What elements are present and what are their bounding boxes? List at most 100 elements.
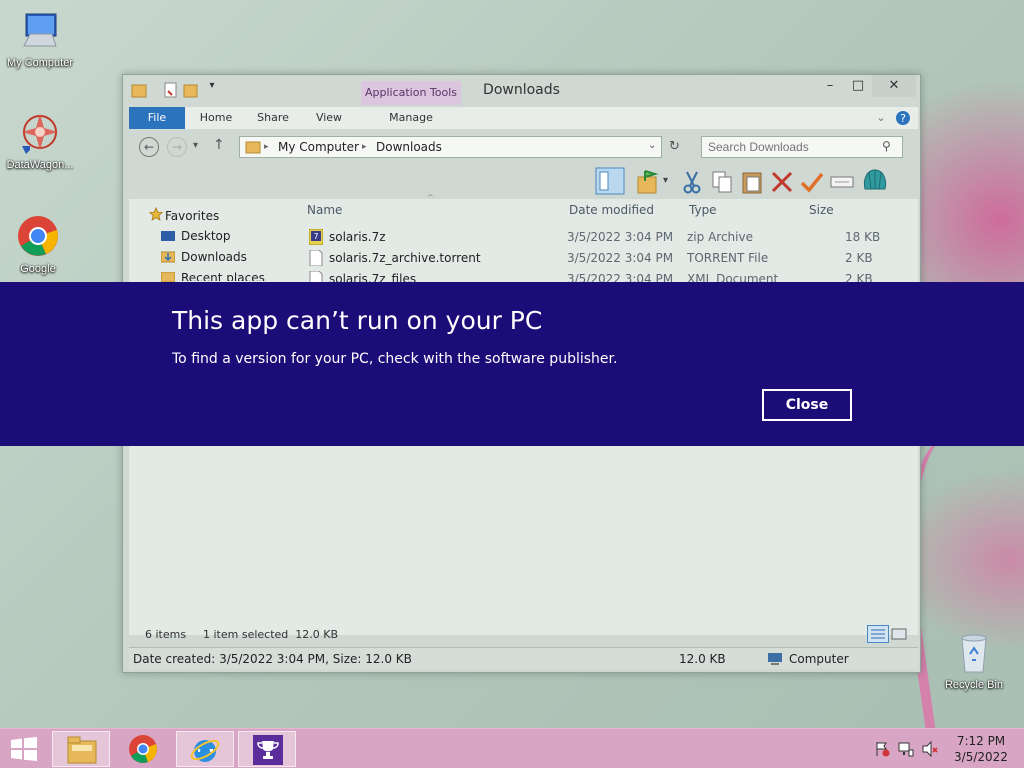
svg-text:?: ? bbox=[900, 112, 906, 125]
tab-file[interactable]: File bbox=[129, 107, 185, 129]
downloads-folder-icon bbox=[161, 251, 175, 263]
windows-start-icon[interactable] bbox=[10, 737, 38, 761]
desktop-icon-recycle-bin[interactable]: Recycle Bin bbox=[932, 630, 1016, 691]
up-arrow-icon[interactable]: ↑ bbox=[213, 137, 225, 153]
recent-locations-chevron-icon[interactable]: ▾ bbox=[193, 140, 198, 151]
trophy-icon bbox=[253, 735, 283, 765]
breadcrumb-downloads[interactable]: Downloads bbox=[376, 140, 442, 154]
nav-item-desktop[interactable]: Desktop bbox=[181, 229, 231, 243]
column-header-name[interactable]: Name bbox=[307, 203, 342, 217]
column-header-date-modified[interactable]: Date modified bbox=[569, 203, 654, 217]
column-header-type[interactable]: Type bbox=[689, 203, 717, 217]
rename-icon[interactable] bbox=[829, 169, 855, 195]
toolbar: ▾ bbox=[589, 165, 919, 199]
details-location: Computer bbox=[789, 652, 849, 666]
back-arrow-icon[interactable]: ← bbox=[139, 137, 159, 157]
file-name: solaris.7z_archive.torrent bbox=[329, 251, 481, 265]
details-info: Date created: 3/5/2022 3:04 PM, Size: 12… bbox=[133, 652, 412, 666]
copy-icon[interactable] bbox=[709, 169, 735, 195]
close-window-icon[interactable]: ✕ bbox=[872, 75, 916, 97]
taskbar-internet-explorer[interactable] bbox=[176, 731, 234, 767]
paste-icon[interactable] bbox=[739, 169, 765, 195]
selection-info: 1 item selected 12.0 KB bbox=[203, 628, 339, 641]
file-size: 2 KB bbox=[845, 251, 873, 265]
system-clock[interactable]: 7:12 PM 3/5/2022 bbox=[946, 733, 1016, 765]
expand-ribbon-chevron-icon[interactable]: ⌄ bbox=[873, 107, 889, 129]
search-box[interactable]: ⚲ bbox=[701, 136, 903, 158]
dialog-message: To find a version for your PC, check wit… bbox=[172, 351, 618, 367]
desktop-folder-icon bbox=[161, 231, 175, 241]
breadcrumb-my-computer[interactable]: My Computer bbox=[278, 140, 359, 154]
file-row[interactable]: solaris.7z_files 3/5/2022 3:04 PM XML Do… bbox=[301, 269, 891, 283]
search-input[interactable] bbox=[708, 139, 878, 155]
desktop-icon-label: Google bbox=[20, 263, 56, 275]
details-bar: Date created: 3/5/2022 3:04 PM, Size: 12… bbox=[129, 647, 918, 669]
desktop-icon-datawagon[interactable]: DataWagon... bbox=[0, 110, 82, 171]
forward-arrow-icon[interactable]: → bbox=[167, 137, 187, 157]
tab-share[interactable]: Share bbox=[249, 107, 297, 129]
file-type: TORRENT File bbox=[687, 251, 769, 265]
title-bar[interactable]: ▾ Application Tools Downloads – □ ✕ bbox=[123, 75, 920, 105]
clock-time: 7:12 PM bbox=[956, 734, 1006, 748]
flag-folder-icon[interactable] bbox=[635, 169, 661, 195]
desktop-icon-my-computer[interactable]: My Computer bbox=[0, 8, 82, 69]
delete-icon[interactable] bbox=[769, 169, 795, 195]
file-row[interactable]: 7 solaris.7z 3/5/2022 3:04 PM zip Archiv… bbox=[301, 227, 891, 247]
tab-view[interactable]: View bbox=[307, 107, 351, 129]
desktop-icon-google[interactable]: Google bbox=[0, 214, 80, 275]
refresh-icon[interactable]: ↻ bbox=[669, 139, 680, 154]
internet-explorer-icon bbox=[190, 739, 220, 762]
details-view-icon[interactable] bbox=[867, 625, 889, 643]
file-row[interactable]: solaris.7z_archive.torrent 3/5/2022 3:04… bbox=[301, 248, 891, 268]
breadcrumb-separator-icon: ▸ bbox=[264, 142, 269, 152]
tab-manage[interactable]: Manage bbox=[365, 107, 457, 129]
clock-date: 3/5/2022 bbox=[954, 750, 1008, 764]
folder-icon bbox=[245, 141, 261, 154]
sort-indicator-icon: ^ bbox=[427, 193, 434, 202]
network-icon[interactable] bbox=[898, 741, 914, 757]
computer-icon bbox=[768, 653, 782, 665]
breadcrumb-separator-icon: ▸ bbox=[362, 142, 367, 152]
flag-dropdown-chevron-icon[interactable]: ▾ bbox=[663, 175, 668, 186]
taskbar-chrome[interactable] bbox=[114, 731, 172, 767]
desktop-icon-label: Recycle Bin bbox=[944, 679, 1004, 691]
app-cannot-run-dialog: This app can’t run on your PC To find a … bbox=[0, 282, 1024, 446]
nav-item-recent-places[interactable]: Recent places bbox=[181, 271, 265, 281]
taskbar-file-explorer[interactable] bbox=[52, 731, 110, 767]
large-icons-view-icon[interactable] bbox=[891, 626, 907, 642]
status-bar: 6 items 1 item selected 12.0 KB bbox=[129, 623, 918, 645]
desktop-icon-label: DataWagon... bbox=[6, 159, 74, 171]
minimize-icon[interactable]: – bbox=[816, 75, 844, 97]
taskbar-trophy-app[interactable] bbox=[238, 731, 296, 767]
search-icon[interactable]: ⚲ bbox=[882, 139, 891, 153]
volume-muted-icon[interactable] bbox=[922, 741, 938, 757]
details-size: 12.0 KB bbox=[679, 652, 726, 666]
window-title: Downloads bbox=[483, 82, 560, 98]
address-dropdown-chevron-icon[interactable]: ⌄ bbox=[648, 140, 656, 151]
address-bar-row: ← → ▾ ↑ ▸ My Computer ▸ Downloads ⌄ ↻ ⚲ bbox=[129, 133, 918, 161]
maximize-icon[interactable]: □ bbox=[844, 75, 872, 97]
help-icon[interactable]: ? bbox=[895, 110, 911, 126]
address-box[interactable]: ▸ My Computer ▸ Downloads ⌄ bbox=[239, 136, 662, 158]
action-center-flag-icon[interactable] bbox=[874, 741, 890, 757]
computer-icon bbox=[23, 13, 57, 47]
cut-icon[interactable] bbox=[679, 169, 705, 195]
close-button[interactable]: Close bbox=[762, 389, 852, 421]
file-size: 18 KB bbox=[845, 230, 881, 244]
checkmark-icon[interactable] bbox=[799, 169, 825, 195]
item-count: 6 items bbox=[145, 628, 187, 641]
nav-item-downloads[interactable]: Downloads bbox=[181, 250, 247, 264]
datawagon-icon bbox=[22, 114, 58, 154]
ribbon-tabs: File Home Share View Manage ⌄ ? bbox=[129, 107, 918, 129]
chrome-icon bbox=[129, 735, 157, 763]
column-header-size[interactable]: Size bbox=[809, 203, 834, 217]
shell-icon[interactable] bbox=[861, 167, 889, 195]
file-explorer-icon bbox=[67, 736, 97, 764]
tab-home[interactable]: Home bbox=[191, 107, 241, 129]
nav-favorites[interactable]: Favorites bbox=[165, 209, 219, 223]
preview-pane-icon[interactable] bbox=[595, 167, 625, 195]
file-name: solaris.7z bbox=[329, 230, 386, 244]
recycle-bin-icon bbox=[961, 634, 987, 673]
star-icon bbox=[149, 207, 163, 221]
dialog-heading: This app can’t run on your PC bbox=[172, 306, 543, 335]
